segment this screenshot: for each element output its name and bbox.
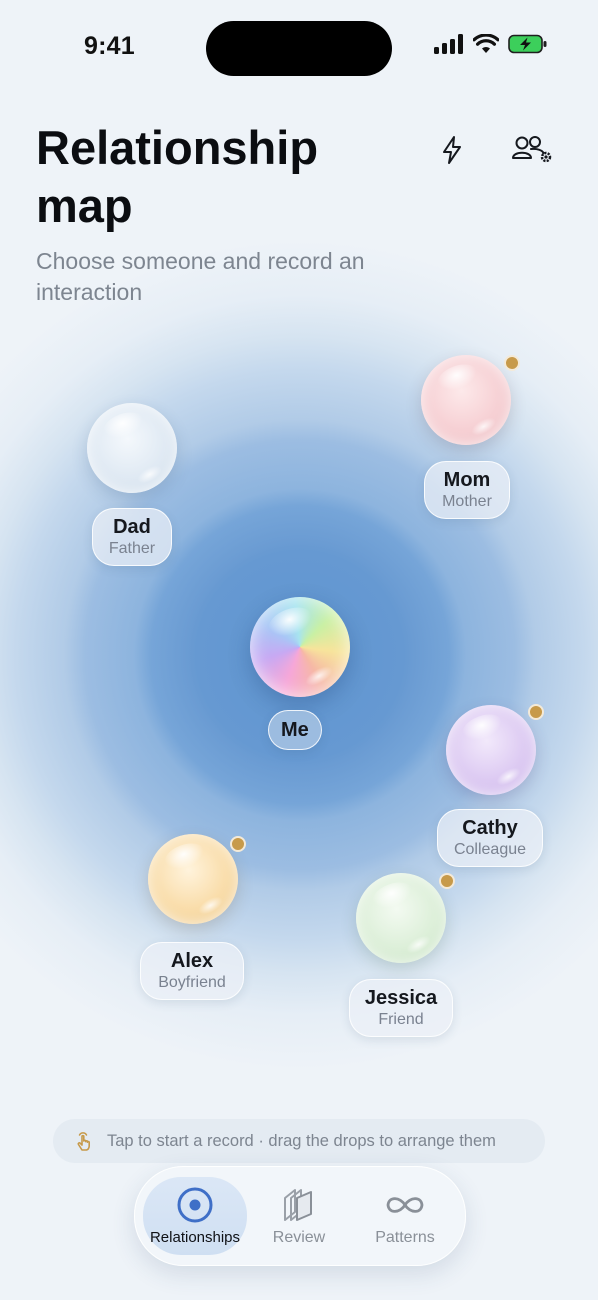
me-name: Me	[281, 719, 309, 741]
status-time: 9:41	[84, 32, 135, 60]
tab-patterns[interactable]: Patterns	[355, 1177, 455, 1255]
hint-text: Tap to start a record · drag the drops t…	[107, 1131, 496, 1150]
page-subtitle: Choose someone and record an interaction	[36, 248, 365, 305]
manage-people-button[interactable]	[510, 128, 556, 172]
new-activity-dot	[528, 704, 544, 720]
signal-icon	[434, 34, 463, 54]
person-role: Mother	[442, 493, 492, 510]
relationship-map-screen: 9:41 Relationship map Choose someone and…	[0, 0, 598, 1300]
wifi-icon	[473, 34, 499, 53]
person-bubble-cathy[interactable]	[446, 705, 536, 795]
person-bubble-mom[interactable]	[421, 355, 511, 445]
person-role: Colleague	[453, 841, 527, 858]
tab-label: Patterns	[375, 1229, 435, 1246]
status-icons	[434, 34, 548, 54]
tab-review[interactable]: Review	[249, 1177, 349, 1255]
layers-icon	[284, 1189, 312, 1221]
person-name: Cathy	[462, 817, 518, 839]
new-activity-dot	[439, 873, 455, 889]
me-label[interactable]: Me	[268, 710, 322, 750]
me-bubble[interactable]	[250, 597, 350, 697]
tab-relationships[interactable]: Relationships	[143, 1177, 247, 1255]
person-name: Dad	[113, 516, 151, 538]
person-name: Alex	[170, 950, 214, 972]
person-role: Boyfriend	[158, 974, 226, 991]
person-label-mom[interactable]: Mom Mother	[424, 461, 510, 519]
tab-bar: Relationships Review Patterns	[134, 1166, 466, 1266]
person-bubble-jessica[interactable]	[356, 873, 446, 963]
person-bubble-dad[interactable]	[87, 403, 177, 493]
dynamic-island	[206, 21, 392, 76]
people-settings-icon	[512, 136, 552, 163]
person-bubble-alex[interactable]	[148, 834, 238, 924]
tab-label: Relationships	[149, 1229, 241, 1246]
battery-charging-icon	[508, 34, 547, 54]
person-name: Jessica	[364, 987, 438, 1009]
person-role: Father	[108, 540, 156, 557]
new-activity-dot	[504, 355, 520, 371]
lightning-icon	[443, 136, 461, 164]
person-label-alex[interactable]: Alex Boyfriend	[140, 942, 244, 1000]
quick-record-button[interactable]	[430, 128, 474, 172]
target-icon	[177, 1187, 213, 1223]
tab-label: Review	[272, 1229, 326, 1246]
person-label-cathy[interactable]: Cathy Colleague	[437, 809, 543, 867]
person-label-dad[interactable]: Dad Father	[92, 508, 172, 566]
infinity-icon	[386, 1197, 424, 1213]
page-title: Relationship map	[36, 121, 319, 232]
usage-hint: Tap to start a record · drag the drops t…	[53, 1119, 545, 1163]
person-name: Mom	[443, 469, 491, 491]
person-role: Friend	[378, 1011, 424, 1028]
person-label-jessica[interactable]: Jessica Friend	[349, 979, 453, 1037]
tap-gesture-icon	[77, 1132, 90, 1151]
new-activity-dot	[230, 836, 246, 852]
